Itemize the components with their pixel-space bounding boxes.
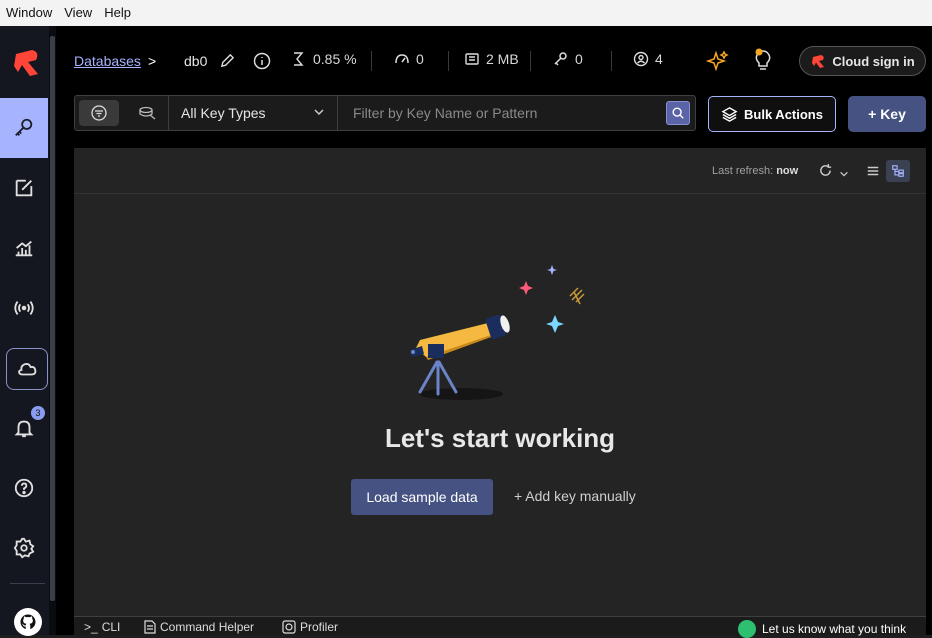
refresh-options-chevron-icon[interactable]: [839, 166, 849, 184]
breadcrumb-databases[interactable]: Databases: [74, 53, 141, 69]
breadcrumb-separator: >: [148, 53, 157, 69]
broadcast-icon: [14, 301, 34, 315]
cloud-icon: [18, 362, 37, 376]
sidebar: 3: [0, 26, 56, 636]
lightbulb-icon[interactable]: [751, 47, 775, 76]
key-type-select[interactable]: All Key Types: [168, 96, 338, 130]
pencil-icon[interactable]: [220, 53, 235, 71]
key-count-icon: [554, 52, 567, 66]
clients-value: 4: [655, 51, 663, 67]
memory-icon: [465, 53, 479, 65]
copilot-sparkle-icon[interactable]: [705, 49, 730, 76]
notification-badge: 3: [31, 406, 45, 420]
cpu-icon: [294, 52, 304, 66]
cpu-stat: 0.85 %: [291, 51, 357, 67]
panel-header: Last refresh: now: [74, 148, 926, 194]
filter-bar: All Key Types: [74, 95, 696, 131]
memory-value: 2 MB: [486, 51, 519, 67]
sidebar-item-notifications[interactable]: 3: [0, 398, 48, 458]
profiler-label: Profiler: [300, 620, 339, 634]
last-refresh: Last refresh: now: [712, 165, 798, 177]
add-key-button[interactable]: + Key: [848, 96, 926, 132]
last-refresh-label: Last refresh:: [712, 165, 774, 177]
cli-label: CLI: [101, 620, 121, 634]
sidebar-item-pubsub[interactable]: [0, 278, 48, 338]
menu-window[interactable]: Window: [0, 0, 58, 26]
add-key-manually-link[interactable]: + Add key manually: [514, 488, 636, 504]
vector-search-icon: [139, 106, 156, 120]
menu-bar: Window View Help: [0, 0, 932, 26]
sidebar-item-browser[interactable]: [0, 98, 48, 158]
keys-stat: 0: [553, 51, 583, 67]
telescope-illustration: [410, 265, 585, 400]
profiler-icon: [282, 620, 296, 634]
filter-mode-vector-button[interactable]: [127, 100, 167, 126]
empty-state-title: Let's start working: [384, 423, 616, 453]
filter-mode-pattern-button[interactable]: [79, 100, 119, 126]
feedback-label: Let us know what you think: [762, 622, 907, 636]
load-sample-data-button[interactable]: Load sample data: [351, 479, 493, 515]
sidebar-item-help[interactable]: [0, 458, 48, 518]
key-icon: [15, 118, 33, 136]
ops-value: 0: [416, 51, 424, 67]
command-helper-tab[interactable]: Command Helper: [144, 620, 254, 634]
edit-icon: [15, 179, 33, 197]
cloud-signin-label: Cloud sign in: [832, 53, 915, 69]
cli-prompt-icon: >_: [84, 620, 98, 634]
keys-panel: Last refresh: now Let's start working Lo…: [74, 148, 926, 618]
key-filter-input[interactable]: [339, 96, 659, 130]
keys-value: 0: [575, 51, 583, 67]
top-bar: Databases > db0 0.85 % 0 2 MB 0 4 Cloud …: [56, 26, 932, 96]
help-icon: [14, 478, 34, 498]
cloud-signin-button[interactable]: Cloud sign in: [799, 46, 926, 76]
refresh-icon[interactable]: [818, 163, 833, 183]
cpu-value: 0.85 %: [313, 51, 357, 67]
ops-stat: 0: [394, 51, 424, 67]
menu-help[interactable]: Help: [98, 0, 137, 26]
filter-icon: [91, 105, 107, 121]
profiler-tab[interactable]: Profiler: [282, 620, 338, 634]
sidebar-item-cloud[interactable]: [6, 348, 48, 390]
command-helper-label: Command Helper: [160, 620, 255, 634]
sidebar-item-workbench[interactable]: [0, 158, 48, 218]
bottom-bar: >_ CLI Command Helper Profiler Let us kn…: [74, 616, 926, 638]
search-button[interactable]: [666, 101, 690, 125]
clients-stat: 4: [633, 51, 663, 67]
bulk-actions-button[interactable]: Bulk Actions: [708, 96, 836, 132]
memory-stat: 2 MB: [464, 51, 519, 67]
app-window: 3 Databases > db0 0.85 % 0 2 MB 0 4 Clou…: [0, 26, 932, 638]
layers-icon: [721, 106, 738, 122]
menu-view[interactable]: View: [58, 0, 98, 26]
gear-icon: [13, 537, 35, 559]
last-refresh-value: now: [776, 165, 799, 177]
bell-icon: [14, 420, 34, 438]
sidebar-divider: [10, 583, 45, 584]
feedback-icon: [738, 620, 756, 638]
gauge-icon: [395, 54, 409, 64]
app-logo[interactable]: [10, 46, 44, 80]
list-view-button[interactable]: [862, 160, 884, 182]
clients-icon: [633, 51, 649, 67]
cli-tab[interactable]: >_ CLI: [84, 620, 120, 634]
chevron-down-icon: [314, 109, 324, 116]
search-icon: [672, 107, 684, 119]
sidebar-item-analytics[interactable]: [0, 218, 48, 278]
bulk-actions-label: Bulk Actions: [744, 106, 823, 122]
tree-view-button[interactable]: [886, 160, 910, 182]
info-icon[interactable]: [253, 52, 271, 73]
chart-icon: [15, 240, 33, 257]
document-icon: [144, 620, 156, 634]
tree-icon: [892, 165, 904, 177]
sidebar-item-settings[interactable]: [0, 518, 48, 578]
key-type-value: All Key Types: [181, 105, 266, 121]
list-icon: [867, 166, 879, 176]
feedback-link[interactable]: Let us know what you think: [738, 620, 906, 638]
brand-logo-icon: [812, 55, 825, 68]
database-name: db0: [184, 53, 208, 69]
sidebar-scrollbar[interactable]: [49, 26, 56, 635]
github-icon[interactable]: [14, 608, 42, 636]
